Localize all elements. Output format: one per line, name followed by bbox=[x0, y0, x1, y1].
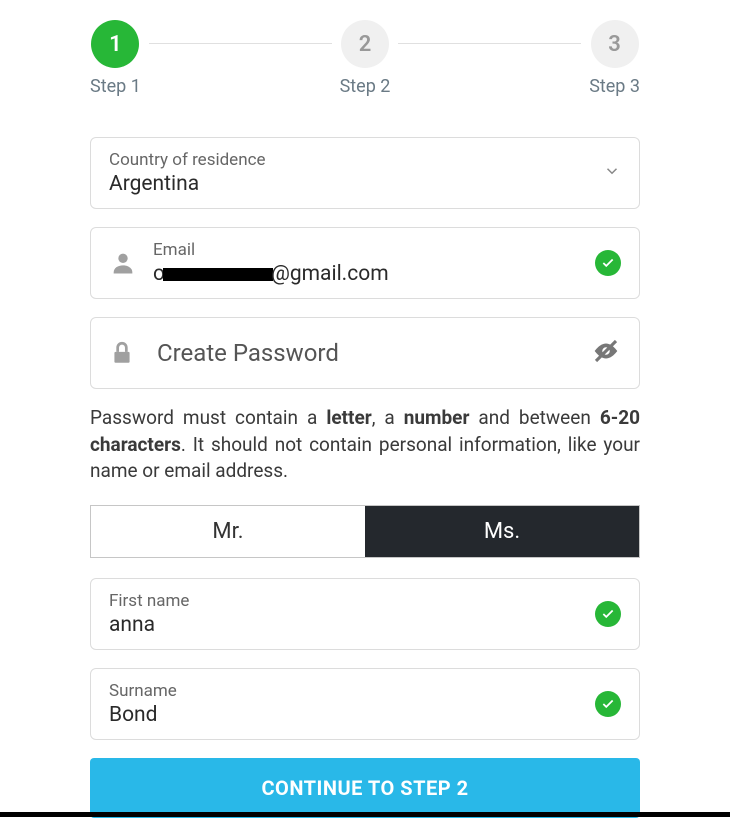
first-name-value: anna bbox=[109, 613, 585, 637]
first-name-label: First name bbox=[109, 591, 585, 611]
stepper: 1 Step 1 2 Step 2 3 Step 3 bbox=[90, 20, 640, 97]
check-icon bbox=[595, 250, 621, 276]
step-2: 2 Step 2 bbox=[340, 20, 391, 97]
title-toggle: Mr. Ms. bbox=[90, 505, 640, 558]
title-option-mr[interactable]: Mr. bbox=[91, 506, 365, 557]
step-1-circle: 1 bbox=[91, 20, 139, 68]
lock-icon bbox=[109, 340, 135, 366]
surname-label: Surname bbox=[109, 681, 585, 701]
step-line-1 bbox=[149, 43, 332, 44]
email-label: Email bbox=[153, 240, 585, 260]
first-name-field[interactable]: First name anna bbox=[90, 578, 640, 650]
surname-value: Bond bbox=[109, 703, 585, 727]
bottom-bar bbox=[0, 812, 730, 817]
check-icon bbox=[595, 691, 621, 717]
surname-field[interactable]: Surname Bond bbox=[90, 668, 640, 740]
step-2-label: Step 2 bbox=[340, 76, 391, 97]
password-placeholder: Create Password bbox=[157, 339, 591, 367]
email-value: o@gmail.com bbox=[153, 262, 585, 286]
email-field[interactable]: Email o@gmail.com bbox=[90, 227, 640, 299]
title-option-ms[interactable]: Ms. bbox=[365, 506, 639, 557]
password-field[interactable]: Create Password bbox=[90, 317, 640, 389]
step-1-label: Step 1 bbox=[90, 76, 141, 97]
country-value: Argentina bbox=[109, 172, 603, 196]
password-hint: Password must contain a letter, a number… bbox=[90, 405, 640, 485]
country-select[interactable]: Country of residence Argentina bbox=[90, 137, 640, 209]
step-2-circle: 2 bbox=[341, 20, 389, 68]
step-3-label: Step 3 bbox=[589, 76, 640, 97]
step-3-circle: 3 bbox=[591, 20, 639, 68]
registration-form: 1 Step 1 2 Step 2 3 Step 3 Country of re… bbox=[0, 0, 730, 818]
country-label: Country of residence bbox=[109, 150, 603, 170]
chevron-down-icon bbox=[603, 162, 621, 184]
step-1: 1 Step 1 bbox=[90, 20, 141, 97]
person-icon bbox=[109, 249, 137, 277]
step-3: 3 Step 3 bbox=[589, 20, 640, 97]
redacted-text bbox=[163, 268, 273, 281]
eye-off-icon[interactable] bbox=[591, 336, 621, 370]
step-line-2 bbox=[398, 43, 581, 44]
check-icon bbox=[595, 601, 621, 627]
continue-button[interactable]: CONTINUE TO STEP 2 bbox=[90, 758, 640, 818]
